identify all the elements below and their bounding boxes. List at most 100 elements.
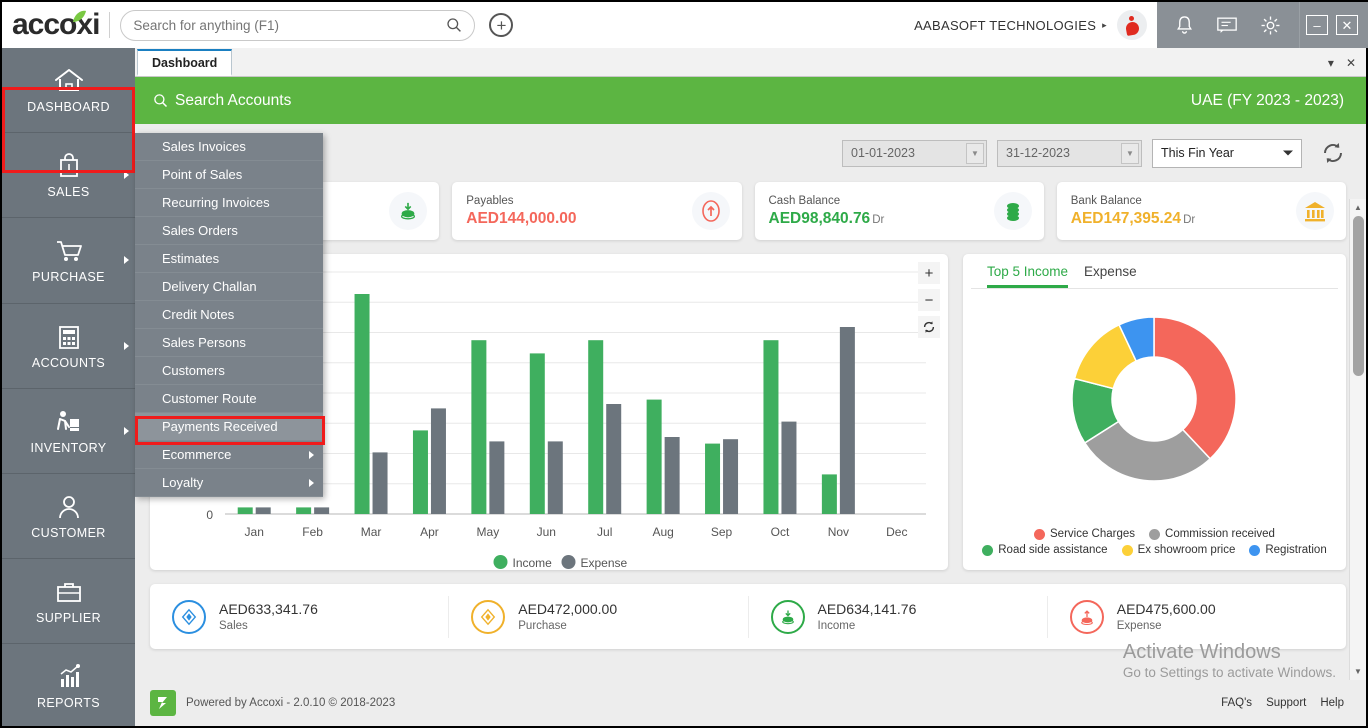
menu-item-recurring-invoices[interactable]: Recurring Invoices xyxy=(135,189,323,217)
company-selector[interactable]: AABASOFT TECHNOLOGIES ▸ xyxy=(914,18,1113,33)
menu-item-label: Credit Notes xyxy=(162,307,234,322)
menu-item-ecommerce[interactable]: Ecommerce xyxy=(135,441,323,469)
period-select[interactable]: This Fin Year xyxy=(1152,139,1302,168)
chart-x-tick: Aug xyxy=(652,525,673,539)
tab-expense[interactable]: Expense xyxy=(1084,264,1137,288)
top-bar: accoxi + AABASOFT TECHNOLOGIES ▸ xyxy=(2,2,1368,48)
chart-bar[interactable] xyxy=(530,353,545,514)
legend-item[interactable]: Registration xyxy=(1249,544,1326,556)
sidebar-item-dashboard[interactable]: DASHBOARD xyxy=(2,48,135,133)
gear-icon[interactable] xyxy=(1260,15,1281,36)
menu-item-sales-orders[interactable]: Sales Orders xyxy=(135,217,323,245)
menu-item-customers[interactable]: Customers xyxy=(135,357,323,385)
menu-item-point-of-sales[interactable]: Point of Sales xyxy=(135,161,323,189)
footer-link-help[interactable]: Help xyxy=(1320,697,1344,709)
tab-dashboard[interactable]: Dashboard xyxy=(137,49,232,76)
chart-bar[interactable] xyxy=(723,439,738,514)
chart-zoom-in-button[interactable]: + xyxy=(918,262,940,284)
tab-list-dropdown-icon[interactable]: ▾ xyxy=(1328,56,1334,70)
chart-bar[interactable] xyxy=(548,441,563,514)
vertical-scrollbar[interactable]: ▲ ▼ xyxy=(1349,199,1366,680)
sidebar-item-supplier[interactable]: SUPPLIER xyxy=(2,559,135,644)
chart-bar[interactable] xyxy=(840,327,855,514)
chart-bar[interactable] xyxy=(763,340,778,514)
chart-bar[interactable] xyxy=(781,422,796,514)
footer-link-faq[interactable]: FAQ's xyxy=(1221,697,1252,709)
chart-bar[interactable] xyxy=(822,474,837,514)
kpi-value: AED98,840.76 xyxy=(769,210,871,227)
menu-item-payments-received[interactable]: Payments Received xyxy=(135,413,323,441)
sidebar-item-sales[interactable]: SALES xyxy=(2,133,135,218)
legend-label: Income xyxy=(513,556,553,570)
chart-bar[interactable] xyxy=(489,441,504,514)
chart-x-tick: Dec xyxy=(886,525,907,539)
sidebar-item-reports[interactable]: REPORTS xyxy=(2,644,135,728)
chart-bar[interactable] xyxy=(296,507,311,514)
refresh-icon[interactable] xyxy=(1320,140,1346,166)
kpi-card-bank-balance[interactable]: Bank Balance AED147,395.24Dr xyxy=(1057,182,1346,240)
add-new-button[interactable]: + xyxy=(489,13,513,37)
tab-close-icon[interactable]: ✕ xyxy=(1346,56,1356,70)
donut-legend: Service Charges Commission received Road s… xyxy=(963,528,1346,556)
from-date-picker[interactable]: 01-01-2023 ▼ xyxy=(842,140,987,167)
menu-item-estimates[interactable]: Estimates xyxy=(135,245,323,273)
to-date-picker[interactable]: 31-12-2023 ▼ xyxy=(997,140,1142,167)
search-icon[interactable] xyxy=(446,17,462,33)
chart-bar[interactable] xyxy=(647,400,662,514)
donut-slice[interactable] xyxy=(1154,317,1236,459)
scrollbar-thumb[interactable] xyxy=(1353,216,1364,376)
legend-item[interactable]: Service Charges xyxy=(1034,528,1135,540)
legend-item[interactable]: Commission received xyxy=(1149,528,1275,540)
global-search[interactable] xyxy=(120,10,475,41)
chart-bar[interactable] xyxy=(588,340,603,514)
top-income-panel: Top 5 Income Expense Service Charges Comm… xyxy=(963,254,1346,570)
search-accounts-button[interactable]: Search Accounts xyxy=(153,92,291,110)
summary-card-expense[interactable]: AED475,600.00 Expense xyxy=(1048,596,1346,638)
menu-item-credit-notes[interactable]: Credit Notes xyxy=(135,301,323,329)
chart-bar[interactable] xyxy=(665,437,680,514)
chart-bar[interactable] xyxy=(314,507,329,514)
menu-item-delivery-challan[interactable]: Delivery Challan xyxy=(135,273,323,301)
reset-icon xyxy=(922,320,936,334)
menu-item-sales-persons[interactable]: Sales Persons xyxy=(135,329,323,357)
chart-bar[interactable] xyxy=(355,294,370,514)
search-input[interactable] xyxy=(133,18,446,33)
minimize-button[interactable]: – xyxy=(1306,15,1328,35)
scroll-down-button[interactable]: ▼ xyxy=(1350,663,1366,680)
sidebar-item-accounts[interactable]: ACCOUNTS xyxy=(2,304,135,389)
chart-reset-button[interactable] xyxy=(918,316,940,338)
summary-card-sales[interactable]: AED633,341.76 Sales xyxy=(150,596,449,638)
tab-top-5-income[interactable]: Top 5 Income xyxy=(987,264,1068,288)
menu-item-sales-invoices[interactable]: Sales Invoices xyxy=(135,133,323,161)
chart-bar[interactable] xyxy=(606,404,621,514)
kpi-card-cash-balance[interactable]: Cash Balance AED98,840.76Dr xyxy=(755,182,1044,240)
sidebar-item-customer[interactable]: CUSTOMER xyxy=(2,474,135,559)
bell-icon[interactable] xyxy=(1175,15,1194,36)
close-button[interactable]: ✕ xyxy=(1336,15,1358,35)
summary-card-income[interactable]: AED634,141.76 Income xyxy=(749,596,1048,638)
chart-bar[interactable] xyxy=(238,507,253,514)
kpi-card-payables[interactable]: Payables AED144,000.00 xyxy=(452,182,741,240)
chevron-down-icon[interactable]: ▼ xyxy=(966,143,984,164)
chart-bar[interactable] xyxy=(256,507,271,514)
sidebar-item-purchase[interactable]: PURCHASE xyxy=(2,218,135,303)
top-income-donut-chart[interactable] xyxy=(963,289,1346,517)
avatar[interactable] xyxy=(1117,10,1147,40)
message-icon[interactable] xyxy=(1216,16,1238,35)
legend-item[interactable]: Road side assistance xyxy=(982,544,1107,556)
summary-card-purchase[interactable]: AED472,000.00 Purchase xyxy=(449,596,748,638)
scroll-up-button[interactable]: ▲ xyxy=(1350,199,1366,216)
legend-item[interactable]: Ex showroom price xyxy=(1122,544,1236,556)
chevron-down-icon[interactable]: ▼ xyxy=(1121,143,1139,164)
footer-link-support[interactable]: Support xyxy=(1266,697,1306,709)
chart-bar[interactable] xyxy=(373,452,388,514)
menu-item-loyalty[interactable]: Loyalty xyxy=(135,469,323,497)
chart-bar[interactable] xyxy=(431,408,446,514)
chart-zoom-out-button[interactable]: − xyxy=(918,289,940,311)
menu-item-customer-route[interactable]: Customer Route xyxy=(135,385,323,413)
kpi-value: AED147,395.24 xyxy=(1071,210,1181,227)
chart-bar[interactable] xyxy=(413,430,428,514)
chart-bar[interactable] xyxy=(705,444,720,514)
sidebar-item-inventory[interactable]: INVENTORY xyxy=(2,389,135,474)
chart-bar[interactable] xyxy=(471,340,486,514)
